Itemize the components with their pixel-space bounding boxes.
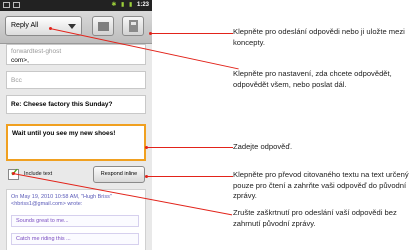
callout-reply-mode: Klepněte pro nastavení, zda chcete odpov… [233,69,392,89]
message-body-field[interactable]: Wait until you see my new shoes! [6,124,146,161]
clock: 1:23 [136,2,149,8]
chevron-down-icon [68,24,76,29]
respond-inline-button[interactable]: Respond inline [93,166,145,183]
callout-line [150,33,233,34]
response-settings-button[interactable] [92,16,114,36]
callout-dot [49,27,52,30]
sd-card-icon [13,2,20,8]
compose-toolbar: Reply All [0,11,152,44]
quoted-line: Sounds great to me... [11,215,139,227]
to-field-partial-line: forwardtest-ghost [11,48,62,55]
notification-icon [3,2,10,8]
callout-line [146,147,233,148]
quoted-message: On May 19, 2010 10:58 AM, "Hugh Briss" <… [6,189,146,250]
callout-enter-reply: Zadejte odpověď. [233,142,293,151]
to-field[interactable]: forwardtest-ghost com>, [6,44,146,65]
callout-send-or-save: Klepněte pro odeslání odpovědi nebo ji u… [233,27,405,47]
quoted-line: Catch me riding this ... [11,233,139,245]
callout-respond-inline: Klepněte pro převod citovaného textu na … [233,170,409,200]
envelope-icon [98,22,109,31]
subject-field[interactable]: Re: Cheese factory this Sunday? [6,95,146,114]
callout-dot [12,172,15,175]
reply-mode-label: Reply All [11,22,39,29]
phone-screen: ✱ ▮ ▮ 1:23 Reply All forwardtest-ghost c… [0,0,152,250]
notification-icons [3,2,23,10]
callout-dot [145,175,148,178]
battery-icon: ▮ [129,2,133,8]
bcc-field[interactable]: Bcc [6,71,146,89]
floppy-disk-icon [129,20,138,32]
callout-line [146,176,233,177]
signal-icon: ▮ [121,2,125,8]
callout-dot [145,146,148,149]
quoted-header: On May 19, 2010 10:58 AM, "Hugh Briss" <… [11,194,112,207]
status-icons: ✱ ▮ ▮ 1:23 [108,1,149,10]
callout-dot [149,32,152,35]
save-draft-button[interactable] [122,16,144,36]
to-field-value: com>, [11,57,29,64]
callout-include-text: Zrušte zaškrtnutí pro odeslání vaší odpo… [233,208,397,228]
bluetooth-icon: ✱ [111,2,117,8]
status-bar: ✱ ▮ ▮ 1:23 [0,0,152,11]
